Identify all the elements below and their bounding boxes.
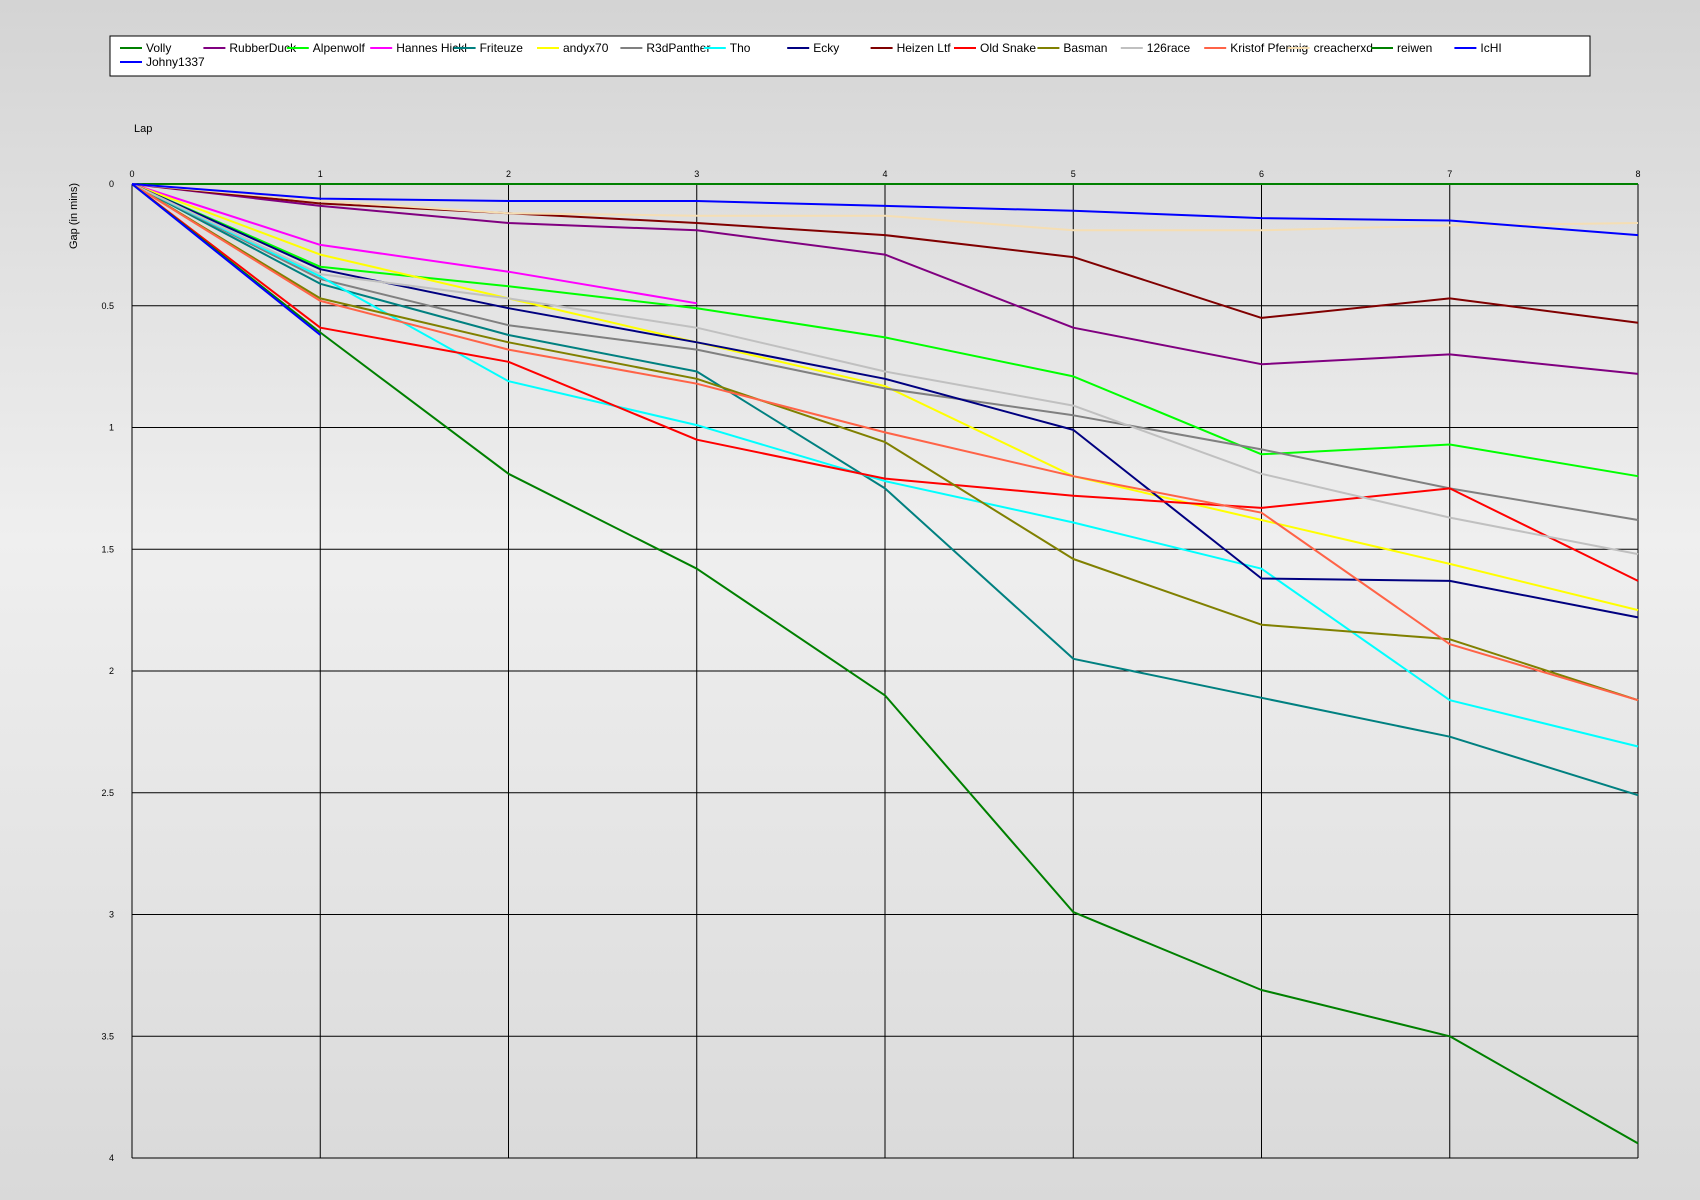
- legend: Volly RubberDuck Alpenwolf Hannes Hickl Frit…: [109, 35, 1591, 77]
- y-tick-label: 1: [109, 423, 114, 433]
- x-axis-label: Lap: [134, 123, 152, 135]
- y-tick-label: 2.5: [101, 788, 114, 798]
- legend-label: IcHI: [1480, 41, 1501, 55]
- legend-label: Ecky: [813, 41, 839, 55]
- x-tick-label: 2: [506, 169, 511, 179]
- y-tick-label: 3: [109, 910, 114, 920]
- legend-label: Alpenwolf: [313, 41, 366, 55]
- y-tick-label: 0: [109, 179, 114, 189]
- legend-label: Johny1337: [146, 55, 205, 69]
- x-tick-label: 3: [694, 169, 699, 179]
- legend-label: Basman: [1063, 41, 1107, 55]
- x-tick-label: 4: [882, 169, 887, 179]
- x-tick-label: 1: [318, 169, 323, 179]
- legend-label: Friteuze: [480, 41, 524, 55]
- legend-label: Tho: [730, 41, 751, 55]
- legend-label: Heizen Ltf: [897, 41, 952, 55]
- x-tick-label: 7: [1447, 169, 1452, 179]
- x-tick-labels: 0 1 2 3 4 5 6 7 8: [129, 169, 1640, 179]
- legend-label: creacherxd: [1314, 41, 1373, 55]
- x-tick-label: 5: [1071, 169, 1076, 179]
- legend-label: Volly: [146, 41, 171, 55]
- y-tick-label: 3.5: [101, 1031, 114, 1041]
- y-tick-label: 0.5: [101, 301, 114, 311]
- y-tick-labels: 0 0.5 1 1.5 2 2.5 3 3.5 4: [101, 179, 114, 1163]
- y-axis-label: Gap (in mins): [68, 183, 80, 249]
- x-tick-label: 8: [1635, 169, 1640, 179]
- legend-label: Old Snake: [980, 41, 1036, 55]
- y-tick-label: 2: [109, 666, 114, 676]
- legend-label: reiwen: [1397, 41, 1432, 55]
- grid: [131, 183, 1639, 1159]
- x-tick-label: 0: [129, 169, 134, 179]
- y-tick-label: 4: [109, 1153, 114, 1163]
- legend-label: andyx70: [563, 41, 609, 55]
- legend-label: 126race: [1147, 41, 1191, 55]
- y-tick-label: 1.5: [101, 544, 114, 554]
- gap-chart: Volly RubberDuck Alpenwolf Hannes Hickl Frit…: [68, 35, 1641, 1163]
- x-tick-label: 6: [1259, 169, 1264, 179]
- legend-label: R3dPanther: [646, 41, 710, 55]
